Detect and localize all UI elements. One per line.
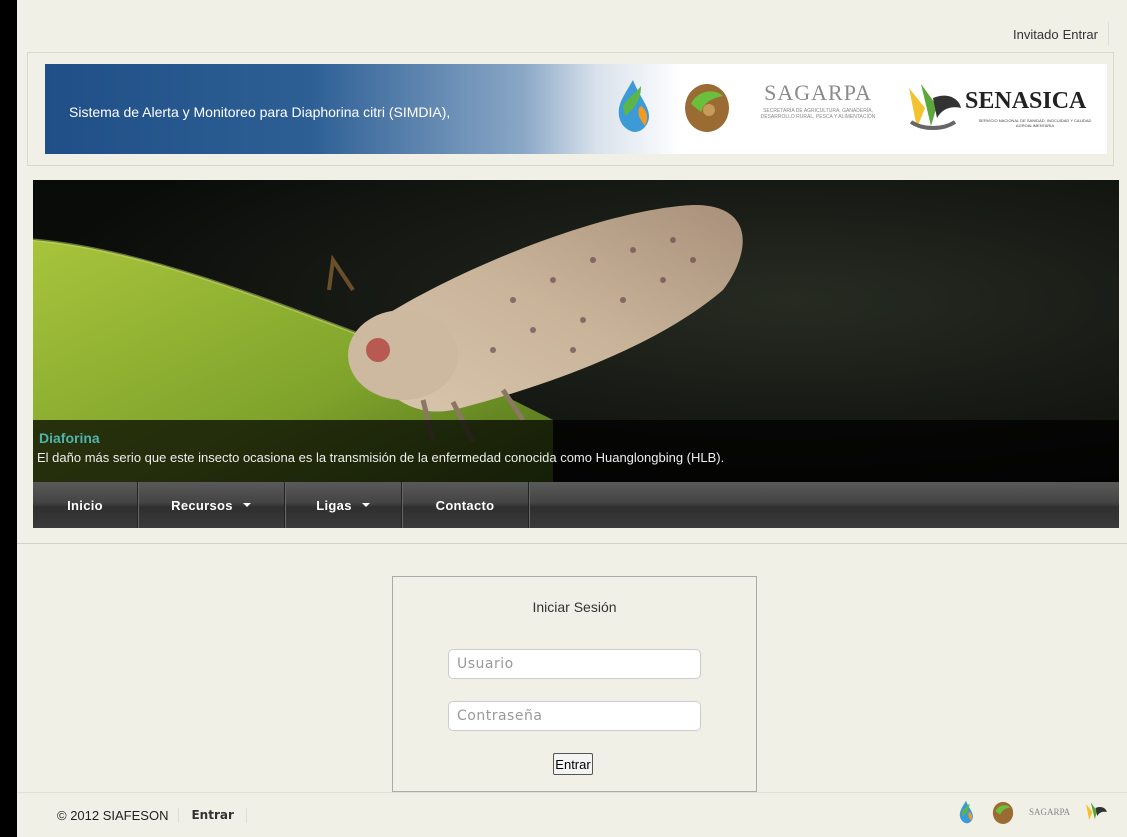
seed-logo: [681, 78, 733, 139]
main-nav: Inicio Recursos Ligas Contacto: [33, 482, 1119, 528]
simdia-drop-logo: [611, 76, 655, 141]
user-bar: Invitado Entrar: [1009, 22, 1109, 46]
username-input[interactable]: [448, 649, 701, 679]
nav-item-ligas[interactable]: Ligas: [285, 482, 402, 528]
senasica-logo: SENASICA SERVICIO NACIONAL DE SANIDAD, I…: [903, 74, 1103, 144]
caret-down-icon: [361, 503, 370, 507]
nav-item-label: Ligas: [316, 497, 352, 513]
caption-title: Diaforina: [39, 430, 100, 446]
senasica-subtitle: SERVICIO NACIONAL DE SANIDAD, INOCUIDAD …: [978, 118, 1092, 128]
login-link[interactable]: Entrar: [1063, 27, 1098, 42]
login-submit-button[interactable]: Entrar: [553, 753, 593, 775]
nav-item-contacto[interactable]: Contacto: [402, 482, 529, 528]
footer-login-link[interactable]: Entrar: [179, 808, 247, 823]
page: Invitado Entrar Sistema de Alerta y Moni…: [17, 0, 1127, 837]
caption-text: El daño más serio que este insecto ocasi…: [37, 450, 725, 465]
copyright-text: © 2012 SIAFESON: [57, 808, 180, 823]
senasica-name: SENASICA: [965, 88, 1087, 114]
site-title: Sistema de Alerta y Monitoreo para Diaph…: [69, 104, 451, 120]
senasica-mini-logo: [1086, 802, 1107, 820]
nav-item-label: Recursos: [171, 497, 233, 513]
hero-slideshow: Diaforina El daño más serio que este ins…: [33, 180, 1119, 482]
nav-item-label: Inicio: [67, 497, 103, 513]
simdia-drop-mini-logo: [959, 800, 973, 824]
sagarpa-subtitle: SECRETARÍA DE AGRICULTURA, GANADERÍA, DE…: [760, 108, 876, 120]
footer-logos: SAGARPA: [955, 799, 1109, 825]
guest-label: Invitado: [1013, 26, 1059, 42]
nav-item-inicio[interactable]: Inicio: [33, 482, 138, 528]
nav-item-label: Contacto: [435, 497, 495, 513]
sagarpa-mini-logo: SAGARPA: [1029, 807, 1071, 817]
sagarpa-logo: SAGARPA SECRETARÍA DE AGRICULTURA, GANAD…: [753, 80, 883, 120]
login-panel: Iniciar Sesión Entrar: [392, 576, 757, 792]
nav-item-recursos[interactable]: Recursos: [138, 482, 285, 528]
footer: © 2012 SIAFESON Entrar SAGARPA: [17, 792, 1127, 837]
password-input[interactable]: [448, 701, 701, 731]
caret-down-icon: [242, 503, 251, 507]
hero-caption: Diaforina El daño más serio que este ins…: [33, 420, 1119, 482]
divider: [17, 543, 1127, 544]
header-banner: Sistema de Alerta y Monitoreo para Diaph…: [45, 64, 1107, 154]
login-title: Iniciar Sesión: [532, 599, 617, 615]
seed-mini-logo: [992, 801, 1014, 824]
sagarpa-name: SAGARPA: [764, 80, 872, 105]
